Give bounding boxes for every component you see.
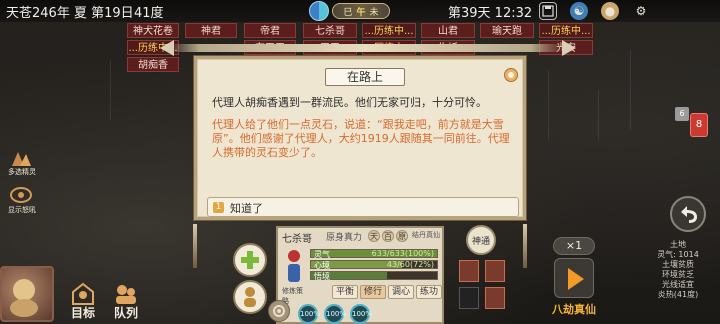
transfer-button[interactable]: 神通 (466, 225, 496, 255)
yin-yang-icon[interactable]: ☯ (570, 2, 588, 20)
back-icon[interactable] (670, 196, 706, 232)
stat-line: 光线适宜 (662, 280, 694, 289)
speed-button[interactable]: ×1 (553, 237, 595, 255)
panel-header-label: 原身真力 (326, 233, 363, 243)
settings-icon[interactable]: ⚙ (632, 2, 650, 20)
show-roar-icon[interactable] (8, 184, 34, 206)
realm-label: 结丹真仙 (412, 231, 440, 239)
temperature-label: 41度 (134, 6, 164, 21)
item-slot[interactable] (459, 287, 479, 309)
tassel-right (523, 224, 527, 268)
show-roar-label: 显示怒吼 (8, 206, 36, 214)
item-slot[interactable] (459, 260, 479, 282)
close-icon[interactable] (504, 68, 518, 82)
save-icon[interactable] (539, 2, 557, 20)
bar-label: 心境 (314, 261, 330, 270)
mode-button-cultivate[interactable]: 修行 (360, 285, 386, 299)
player-portrait[interactable] (0, 266, 54, 322)
option-number: 1 (213, 202, 224, 213)
character-avatar (282, 248, 306, 288)
mind-bar: 心境 43/60(72%) (310, 260, 438, 270)
gear-icon[interactable] (268, 300, 290, 322)
mode-button-balance[interactable]: 平衡 (332, 285, 358, 299)
spear-banner (168, 44, 563, 52)
name-tag[interactable]: 神君 (185, 23, 237, 38)
time-of-day-indicator: 巳 午 未 (332, 3, 390, 19)
item-slot[interactable] (485, 287, 505, 309)
bar-value: 43/60(72%) (386, 260, 434, 269)
item-slot[interactable] (485, 260, 505, 282)
stat-line: 灵气: 1014 (657, 250, 699, 259)
notification-badge[interactable]: 8 (690, 113, 708, 137)
name-tag[interactable]: 帝君 (244, 23, 296, 38)
multi-select-icon[interactable] (8, 147, 34, 169)
top-bar: 天苍246年 夏 第19日 41度 巳 午 未 第39天 12:32 ☯ ● ⚙ (0, 0, 720, 22)
dialog-title: 在路上 (325, 68, 405, 86)
header-chip: 原 (396, 230, 408, 242)
rain-streak (630, 50, 631, 130)
rain-streak (548, 70, 549, 140)
dialog-narration: 代理人胡痴香遇到一群流民。他们无家可归，十分可怜。 (212, 96, 487, 109)
day-clock-label: 第39天 12:32 (448, 6, 533, 21)
dialog-option-button[interactable]: 1 知道了 (207, 197, 519, 217)
transfer-label: 神通 (471, 236, 490, 247)
bar-label: 灵气 (314, 250, 330, 259)
grey-badge[interactable]: 6 (675, 107, 689, 121)
insight-bar: 悟境 (310, 271, 438, 281)
percent-gauge: 100% (350, 304, 372, 324)
time-slot-active: 午 (356, 7, 366, 18)
name-tag[interactable]: 神犬花卷 (127, 23, 179, 38)
mode-button-train[interactable]: 练功 (416, 285, 442, 299)
character-button[interactable] (233, 280, 267, 314)
time-slot: 巳 (343, 7, 353, 18)
name-tag[interactable]: 瑜天跑 (480, 23, 534, 38)
percent-gauge: 100% (298, 304, 320, 324)
name-tag[interactable]: 胡痴香 (127, 57, 179, 72)
rain-streak (110, 60, 111, 120)
palette-icon[interactable]: ● (601, 2, 619, 20)
target-label: 目标 (70, 306, 95, 320)
tile-stats: 土地 灵气: 1014 土壤贫质 环境贫乏 光线适宜 炎热(41度) (643, 240, 713, 300)
time-slot: 未 (369, 7, 379, 18)
header-chip: 百 (382, 230, 394, 242)
stat-line: 土地 (670, 240, 686, 249)
add-button[interactable] (233, 243, 267, 277)
rain-streak (598, 90, 599, 140)
name-tag[interactable]: 山君 (421, 23, 475, 38)
bar-value: 633/633(100%) (371, 249, 434, 258)
stat-line: 炎热(41度) (657, 290, 699, 299)
character-name: 七杀哥 (282, 234, 312, 245)
spear-tip-left (160, 40, 174, 56)
tassel-left (193, 224, 197, 268)
spear-tip-right (562, 40, 576, 56)
dialog-event-text: 代理人给了他们一点灵石，说道：“跟我走吧，前方就是大雪原”。他们感谢了代理人，大… (212, 118, 510, 159)
bar-label: 悟境 (314, 272, 330, 281)
queue-label: 队列 (113, 306, 138, 320)
header-chip: 天 (368, 230, 380, 242)
date-label: 天苍246年 夏 第19日 (6, 6, 134, 21)
name-tag[interactable]: ...历练中... (539, 23, 593, 38)
yin-yang-icon[interactable] (309, 1, 329, 21)
event-dialog: 在路上 代理人胡痴香遇到一群流民。他们无家可归，十分可怜。 代理人给了他们一点灵… (194, 56, 526, 220)
queue-icon[interactable] (111, 282, 141, 306)
mode-button-mind[interactable]: 调心 (388, 285, 414, 299)
target-icon[interactable] (68, 282, 98, 306)
name-tag[interactable]: ...历练中... (362, 23, 416, 38)
event-label: 八劫真仙 (552, 303, 596, 316)
option-label: 知道了 (230, 202, 263, 215)
stat-line: 土壤贫质 (662, 260, 694, 269)
name-tag[interactable]: 七杀哥 (303, 23, 357, 38)
multi-select-label: 多选精灵 (8, 168, 36, 176)
percent-gauge: 100% (324, 304, 346, 324)
stat-line: 环境贫乏 (662, 270, 694, 279)
spirit-bar: 灵气 633/633(100%) (310, 249, 438, 259)
play-button[interactable] (554, 258, 594, 298)
